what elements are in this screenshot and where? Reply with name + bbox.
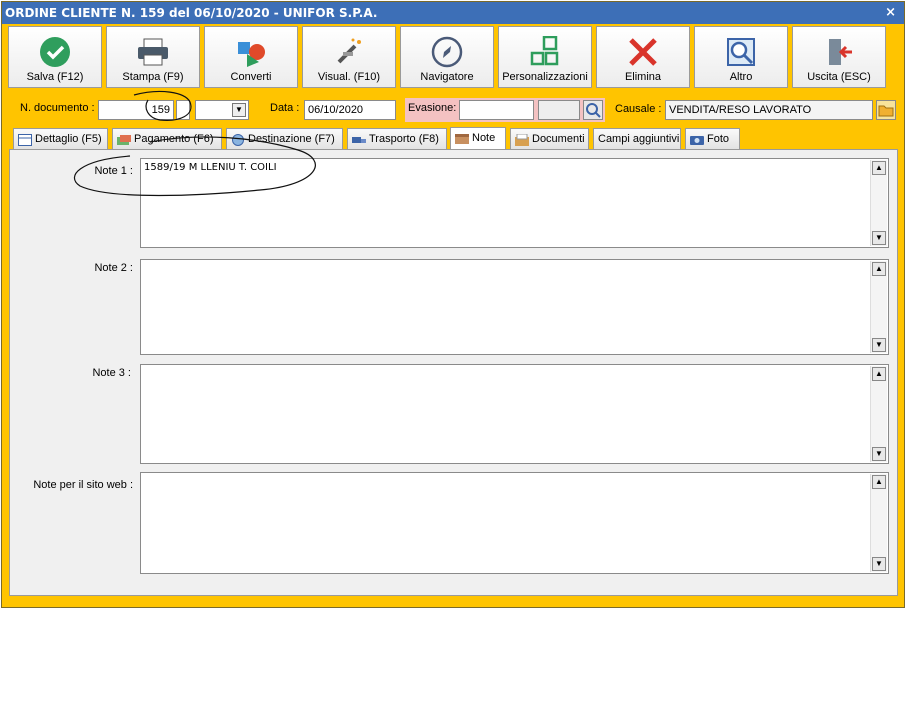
grid-icon: [499, 36, 591, 68]
doc-number-suffix[interactable]: [176, 100, 190, 120]
note2-textarea[interactable]: ▲ ▼: [140, 259, 889, 355]
save-button-label: Salva (F12): [26, 71, 84, 83]
notes-panel: Note 1 : 1589/19 M LLENIU T. COILI ▲ ▼ No…: [9, 149, 898, 596]
note1-textarea[interactable]: 1589/19 M LLENIU T. COILI ▲ ▼: [140, 158, 889, 248]
evasione-label: Evasione:: [408, 102, 457, 114]
customize-button-label: Personalizzazioni: [502, 71, 588, 83]
tab-label: Destinazione (F7): [248, 133, 335, 145]
more-button-label: Altro: [729, 71, 753, 83]
tab-documenti[interactable]: Documenti: [510, 128, 589, 149]
delete-button-label: Elimina: [624, 71, 662, 83]
note1-scrollbar[interactable]: ▲ ▼: [870, 160, 887, 246]
customize-button[interactable]: Personalizzazioni: [498, 26, 592, 88]
note1-label: Note 1 :: [94, 165, 133, 177]
exit-door-icon: [793, 36, 885, 68]
doc-number-label: N. documento :: [20, 102, 95, 114]
convert-button[interactable]: Converti: [204, 26, 298, 88]
folder-icon[interactable]: [876, 100, 896, 120]
note-web-textarea[interactable]: ▲ ▼: [140, 472, 889, 574]
tab-destinazione[interactable]: Destinazione (F7): [226, 128, 343, 149]
exit-button[interactable]: Uscita (ESC): [792, 26, 886, 88]
causale-label: Causale :: [615, 103, 662, 115]
chevron-down-icon[interactable]: ▼: [232, 103, 246, 117]
more-button[interactable]: Altro: [694, 26, 788, 88]
note3-textarea[interactable]: ▲ ▼: [140, 364, 889, 464]
causale-field[interactable]: VENDITA/RESO LAVORATO: [665, 100, 873, 120]
note-icon: [455, 132, 469, 145]
evasione-secondary-field[interactable]: [538, 100, 580, 120]
visualize-button-label: Visual. (F10): [317, 71, 381, 83]
search-doc-icon: [695, 36, 787, 68]
tab-label: Foto: [707, 133, 730, 145]
scroll-down-icon[interactable]: ▼: [872, 557, 886, 571]
date-field[interactable]: 06/10/2020: [304, 100, 396, 120]
tab-label: Pagamento (F6): [134, 133, 214, 145]
delete-x-icon: [597, 36, 689, 68]
tab-label: Campi aggiuntivi: [598, 133, 680, 145]
tab-dettaglio[interactable]: Dettaglio (F5): [13, 128, 108, 149]
compass-icon: [401, 36, 493, 68]
printer-icon: [107, 36, 199, 68]
evasione-group: Evasione:: [405, 98, 605, 122]
date-label: Data :: [270, 102, 300, 114]
scroll-up-icon[interactable]: ▲: [872, 262, 886, 276]
doc-series-select[interactable]: ▼: [195, 100, 249, 120]
tab-label: Documenti: [532, 133, 585, 145]
scroll-down-icon[interactable]: ▼: [872, 338, 886, 352]
convert-icon: [205, 36, 297, 68]
print-button[interactable]: Stampa (F9): [106, 26, 200, 88]
tab-note[interactable]: Note: [450, 127, 506, 150]
navigator-button-label: Navigatore: [420, 71, 474, 83]
scroll-up-icon[interactable]: ▲: [872, 475, 886, 489]
doc-number-field[interactable]: 159: [98, 100, 174, 120]
globe-icon: [231, 133, 245, 147]
tab-trasporto[interactable]: Trasporto (F8): [347, 128, 447, 149]
close-icon[interactable]: ×: [885, 2, 896, 24]
convert-button-label: Converti: [230, 71, 272, 83]
note-web-scrollbar[interactable]: ▲ ▼: [870, 474, 887, 572]
zoom-search-icon[interactable]: [583, 100, 603, 120]
money-icon: [117, 133, 131, 146]
scroll-up-icon[interactable]: ▲: [872, 367, 886, 381]
navigator-button[interactable]: Navigatore: [400, 26, 494, 88]
window-title: ORDINE CLIENTE N. 159 del 06/10/2020 - U…: [5, 6, 378, 20]
note-web-label: Note per il sito web :: [33, 479, 133, 491]
tab-pagamento[interactable]: Pagamento (F6): [112, 128, 222, 149]
note1-text: 1589/19 M LLENIU T. COILI: [144, 162, 277, 173]
delete-button[interactable]: Elimina: [596, 26, 690, 88]
tab-label: Note: [472, 132, 496, 144]
table-icon: [18, 133, 32, 147]
visualize-button[interactable]: Visual. (F10): [302, 26, 396, 88]
order-window: ORDINE CLIENTE N. 159 del 06/10/2020 - U…: [1, 1, 905, 608]
note3-label: Note 3 :: [92, 367, 131, 379]
title-bar: ORDINE CLIENTE N. 159 del 06/10/2020 - U…: [2, 2, 904, 24]
magic-wand-icon: [303, 36, 395, 68]
print-button-label: Stampa (F9): [122, 71, 184, 83]
exit-button-label: Uscita (ESC): [807, 71, 871, 83]
scroll-up-icon[interactable]: ▲: [872, 161, 886, 175]
scroll-down-icon[interactable]: ▼: [872, 231, 886, 245]
toolbar: Salva (F12) Stampa (F9) Converti Visual.…: [8, 26, 898, 90]
check-circle-icon: [9, 36, 101, 68]
camera-icon: [690, 133, 704, 146]
archive-icon: [515, 133, 529, 147]
truck-icon: [352, 133, 366, 145]
note3-scrollbar[interactable]: ▲ ▼: [870, 366, 887, 462]
tab-foto[interactable]: Foto: [685, 128, 740, 149]
scroll-down-icon[interactable]: ▼: [872, 447, 886, 461]
tab-label: Dettaglio (F5): [35, 133, 102, 145]
header-row: N. documento : 159 ▼ Data : 06/10/2020 E…: [2, 98, 902, 122]
tab-label: Trasporto (F8): [369, 133, 439, 145]
note2-label: Note 2 :: [94, 262, 133, 274]
tab-strip: Dettaglio (F5) Pagamento (F6) Destinazio…: [8, 127, 906, 150]
note2-scrollbar[interactable]: ▲ ▼: [870, 261, 887, 353]
save-button[interactable]: Salva (F12): [8, 26, 102, 88]
evasione-field[interactable]: [459, 100, 534, 120]
tab-campi-aggiuntivi[interactable]: Campi aggiuntivi: [593, 128, 681, 149]
